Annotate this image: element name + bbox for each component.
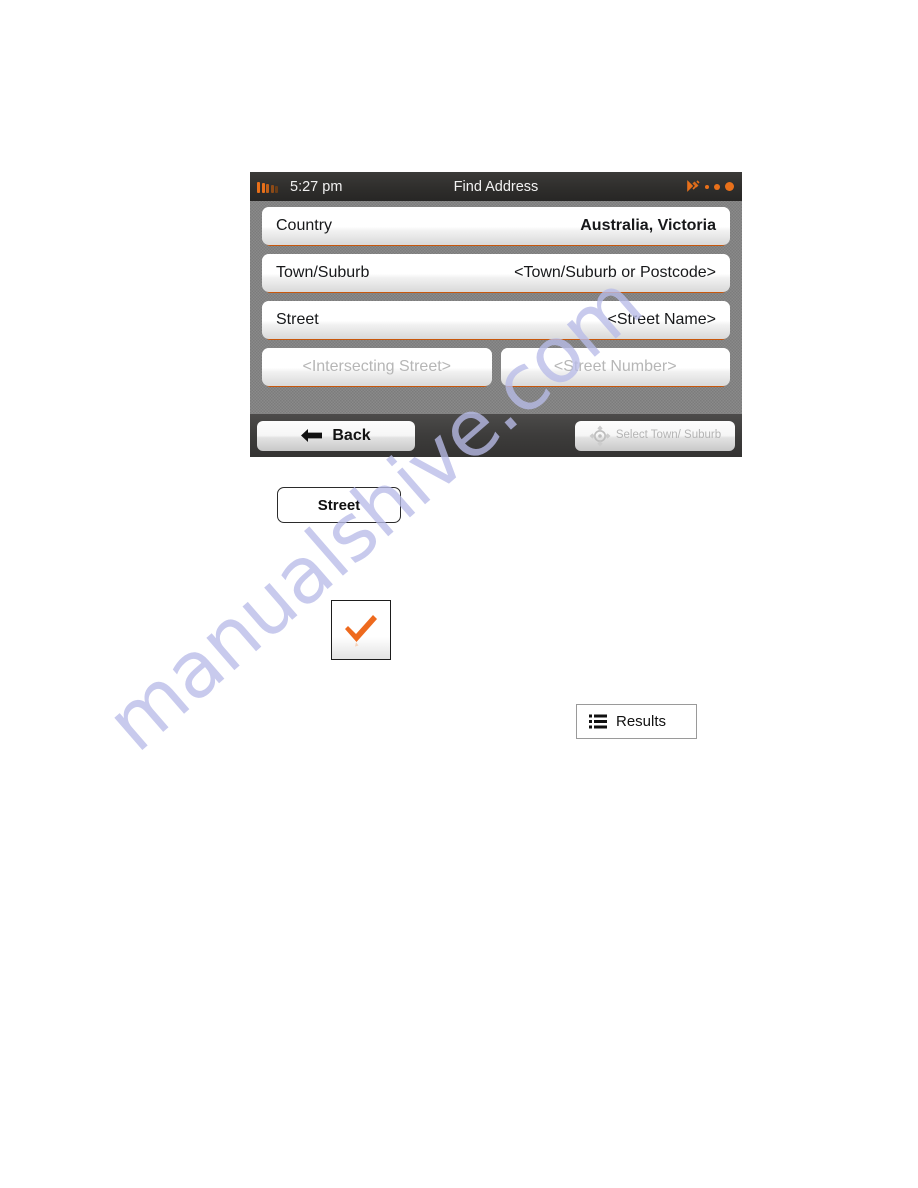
arrow-left-icon <box>301 429 323 442</box>
country-field-button[interactable]: Country Australia, Victoria <box>262 207 730 245</box>
town-suburb-field-value: <Town/Suburb or Postcode> <box>514 264 716 281</box>
country-field-label: Country <box>276 217 333 234</box>
field-row-street: Street <Street Name> <box>262 301 730 340</box>
field-row-intersecting-street: <Intersecting Street> <box>262 348 492 387</box>
intersecting-street-field-value: <Intersecting Street> <box>302 358 452 375</box>
street-number-field-button[interactable]: <Street Number> <box>500 348 730 386</box>
select-town-suburb-button[interactable]: Select Town/ Suburb <box>575 420 735 451</box>
select-town-suburb-label: Select Town/ Suburb <box>615 429 722 442</box>
signal-dot-medium <box>714 183 720 190</box>
street-number-field-value: <Street Number> <box>553 358 677 375</box>
gps-device-screenshot: 5:27 pm Find Address Country Australia, … <box>250 172 742 457</box>
street-field-value: <Street Name> <box>607 311 717 328</box>
address-fields: Country Australia, Victoria Town/Suburb … <box>250 201 742 395</box>
street-button[interactable]: Street <box>277 487 401 523</box>
street-field-label: Street <box>276 311 319 328</box>
bottom-bar: Back Select Town/ Suburb <box>250 414 742 457</box>
status-bar: 5:27 pm Find Address <box>250 172 742 201</box>
back-button[interactable]: Back <box>257 420 415 451</box>
field-row-street-number: <Street Number> <box>500 348 730 387</box>
intersecting-street-field-button[interactable]: <Intersecting Street> <box>262 348 492 386</box>
list-icon <box>589 714 607 729</box>
back-button-label: Back <box>332 426 371 444</box>
results-button[interactable]: Results <box>576 704 697 739</box>
satellite-icon <box>687 179 700 192</box>
field-row-town-suburb: Town/Suburb <Town/Suburb or Postcode> <box>262 254 730 293</box>
crosshair-icon <box>589 425 611 446</box>
signal-dot-small <box>705 184 709 189</box>
country-field-value: Australia, Victoria <box>580 217 716 234</box>
field-row-pair: <Intersecting Street> <Street Number> <box>262 348 730 395</box>
screen-title: Find Address <box>453 178 539 195</box>
field-row-country: Country Australia, Victoria <box>262 207 730 246</box>
status-right-icons <box>686 179 734 194</box>
street-field-button[interactable]: Street <Street Name> <box>262 301 730 339</box>
street-button-label: Street <box>317 496 361 514</box>
signal-dot-large <box>725 182 734 191</box>
results-button-label: Results <box>616 713 667 730</box>
town-suburb-field-label: Town/Suburb <box>276 264 370 281</box>
check-icon <box>345 615 377 647</box>
town-suburb-field-button[interactable]: Town/Suburb <Town/Suburb or Postcode> <box>262 254 730 292</box>
confirm-check-button[interactable] <box>331 600 391 660</box>
